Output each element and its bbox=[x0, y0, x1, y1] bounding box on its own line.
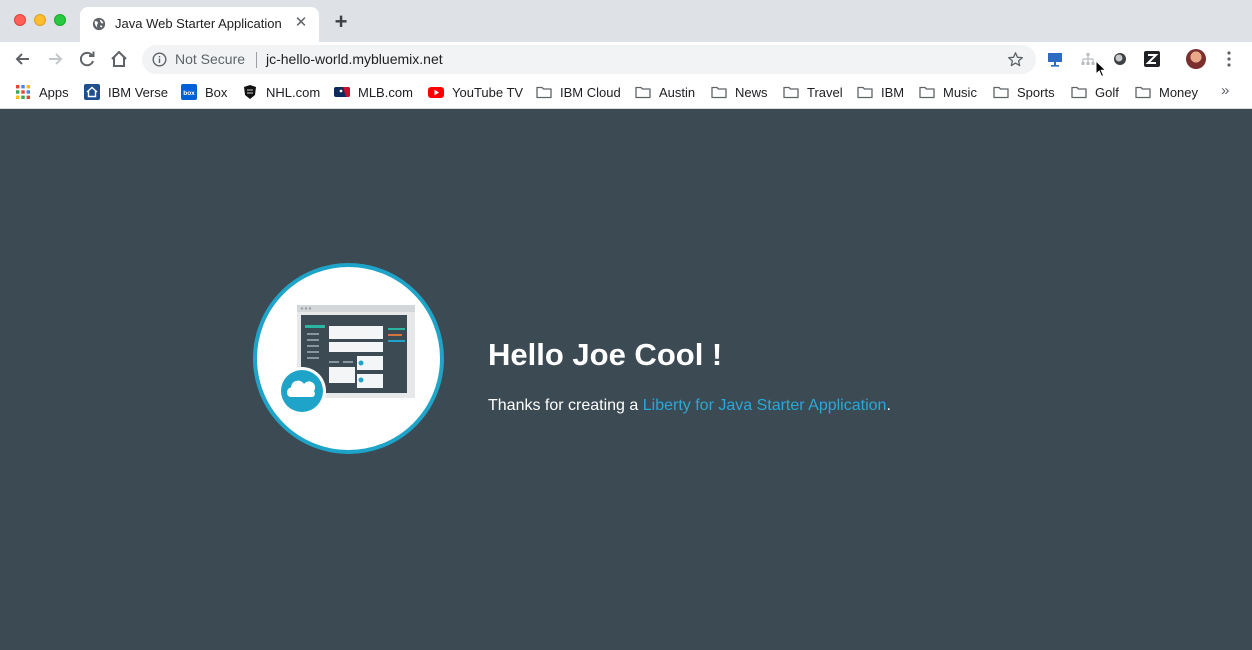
info-icon[interactable] bbox=[152, 52, 167, 67]
globe-icon bbox=[92, 17, 106, 31]
bookmark-folder-golf[interactable]: Golf bbox=[1071, 83, 1119, 101]
maximize-window-button[interactable] bbox=[54, 14, 66, 26]
bookmark-label: Money bbox=[1159, 84, 1199, 100]
security-status-label[interactable]: Not Secure bbox=[175, 51, 245, 67]
forward-arrow-icon[interactable] bbox=[44, 48, 66, 70]
more-menu-icon[interactable] bbox=[1224, 50, 1234, 68]
app-window-illustration-icon bbox=[278, 305, 415, 415]
folder-icon bbox=[919, 86, 935, 99]
intro-text: Thanks for creating a bbox=[488, 397, 643, 414]
presentation-extension-icon[interactable] bbox=[1046, 50, 1064, 68]
folder-icon bbox=[783, 86, 799, 99]
hero-illustration bbox=[253, 263, 444, 454]
bookmark-label: News bbox=[735, 84, 768, 100]
liberty-starter-link[interactable]: Liberty for Java Starter Application bbox=[643, 397, 887, 414]
svg-text:box: box bbox=[183, 90, 195, 97]
nhl-icon bbox=[244, 85, 256, 99]
bookmark-folder-news[interactable]: News bbox=[711, 83, 768, 101]
z-extension-icon[interactable] bbox=[1143, 50, 1161, 68]
folder-icon bbox=[635, 86, 651, 99]
home-icon[interactable] bbox=[108, 48, 130, 70]
address-bar-divider bbox=[256, 52, 257, 68]
bookmark-folder-music[interactable]: Music bbox=[919, 83, 977, 101]
box-icon: box bbox=[181, 84, 197, 100]
url-text[interactable]: jc-hello-world.mybluemix.net bbox=[266, 51, 443, 67]
mouse-cursor-icon bbox=[1095, 60, 1107, 78]
bookmark-folder-austin[interactable]: Austin bbox=[635, 83, 695, 101]
intro-paragraph: Thanks for creating a Liberty for Java S… bbox=[488, 397, 891, 415]
bookmark-folder-ibm-cloud[interactable]: IBM Cloud bbox=[536, 83, 621, 101]
bookmark-nhl[interactable]: NHL.com bbox=[242, 83, 320, 101]
bookmark-label: Golf bbox=[1095, 84, 1119, 100]
page-headline: Hello Joe Cool ! bbox=[488, 337, 723, 372]
minimize-window-button[interactable] bbox=[34, 14, 46, 26]
youtube-icon bbox=[428, 87, 444, 98]
reload-icon[interactable] bbox=[76, 48, 98, 70]
bookmark-label: Travel bbox=[807, 84, 843, 100]
bookmark-apps[interactable]: Apps bbox=[15, 83, 69, 101]
bookmark-label: YouTube TV bbox=[452, 84, 524, 100]
bookmark-label: Apps bbox=[39, 84, 69, 100]
bookmark-label: NHL.com bbox=[266, 84, 321, 100]
bookmark-box[interactable]: box Box bbox=[181, 83, 227, 101]
folder-icon bbox=[536, 86, 552, 99]
apps-grid-icon bbox=[16, 85, 30, 99]
bookmark-label: IBM bbox=[881, 84, 905, 100]
bookmark-label: Sports bbox=[1017, 84, 1055, 100]
close-window-button[interactable] bbox=[14, 14, 26, 26]
bookmark-mlb[interactable]: MLB.com bbox=[334, 83, 413, 101]
circle-extension-icon[interactable] bbox=[1111, 50, 1129, 68]
bookmark-ibm-verse[interactable]: IBM Verse bbox=[84, 83, 168, 101]
folder-icon bbox=[711, 86, 727, 99]
page-content: Hello Joe Cool ! Thanks for creating a L… bbox=[0, 110, 1252, 650]
bookmark-folder-sports[interactable]: Sports bbox=[993, 83, 1055, 101]
browser-toolbar: Not Secure jc-hello-world.mybluemix.net bbox=[0, 42, 1252, 76]
bookmark-folder-money[interactable]: Money bbox=[1135, 83, 1198, 101]
bookmarks-bar: Apps IBM Verse box Box NHL.com MLB.com Y… bbox=[0, 76, 1252, 109]
bookmark-folder-ibm[interactable]: IBM bbox=[857, 83, 904, 101]
folder-icon bbox=[993, 86, 1009, 99]
tab-title: Java Web Starter Application bbox=[115, 16, 282, 31]
bookmark-star-icon[interactable] bbox=[1007, 51, 1024, 68]
address-bar[interactable]: Not Secure jc-hello-world.mybluemix.net bbox=[142, 45, 1036, 74]
tab-strip: Java Web Starter Application ✕ + bbox=[0, 0, 1252, 42]
bookmark-label: Box bbox=[205, 84, 228, 100]
back-arrow-icon[interactable] bbox=[12, 48, 34, 70]
folder-icon bbox=[1071, 86, 1087, 99]
bookmark-youtube-tv[interactable]: YouTube TV bbox=[428, 83, 523, 101]
bookmark-label: IBM Cloud bbox=[560, 84, 621, 100]
tab-close-icon[interactable]: ✕ bbox=[293, 14, 309, 32]
bookmarks-overflow-chevron-icon[interactable]: » bbox=[1221, 82, 1229, 99]
bookmark-label: IBM Verse bbox=[108, 84, 168, 100]
mlb-icon bbox=[334, 87, 350, 97]
bookmark-folder-travel[interactable]: Travel bbox=[783, 83, 843, 101]
bookmark-label: MLB.com bbox=[358, 84, 413, 100]
new-tab-button[interactable]: + bbox=[331, 11, 351, 33]
bookmark-label: Music bbox=[943, 84, 977, 100]
browser-tab-active[interactable]: Java Web Starter Application ✕ bbox=[80, 7, 319, 42]
trailing-period: . bbox=[886, 397, 891, 414]
folder-icon bbox=[1135, 86, 1151, 99]
ibm-verse-icon bbox=[84, 84, 100, 100]
folder-icon bbox=[857, 86, 873, 99]
profile-avatar[interactable] bbox=[1186, 49, 1206, 69]
bookmark-label: Austin bbox=[659, 84, 696, 100]
